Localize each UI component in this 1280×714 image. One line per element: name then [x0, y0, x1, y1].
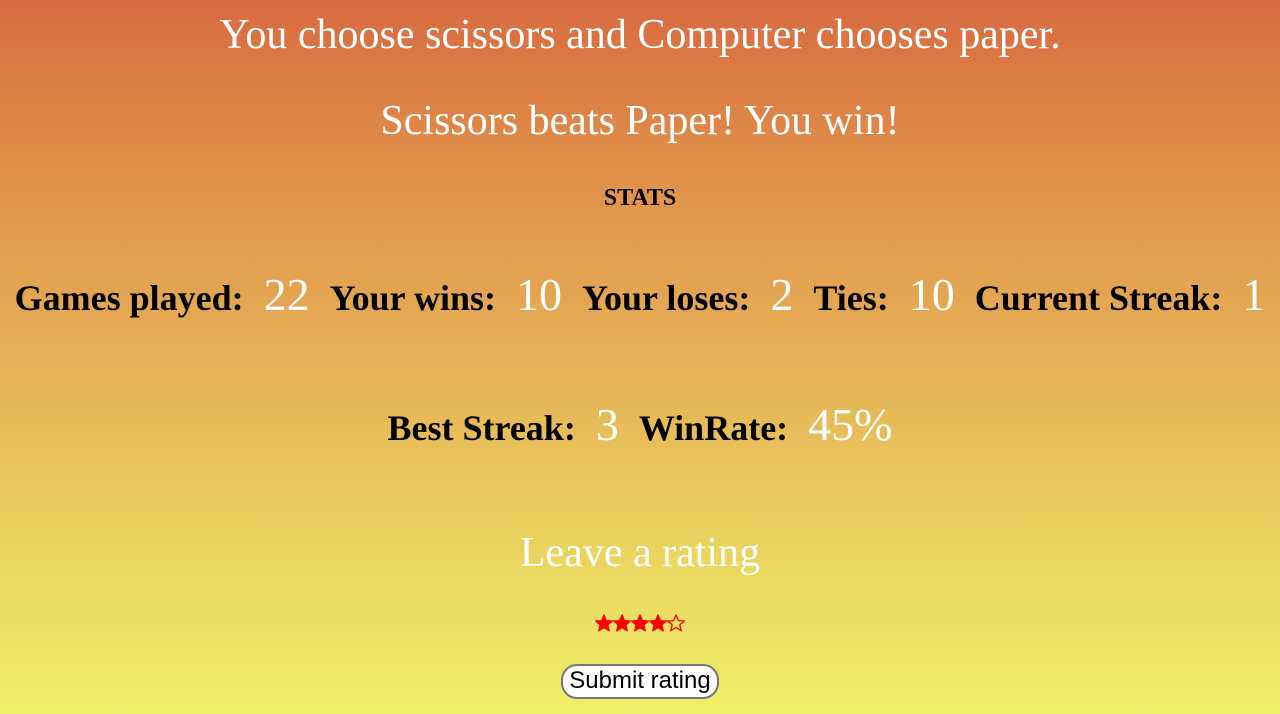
- stat-value: 22: [263, 269, 310, 320]
- stat-value: 10: [516, 269, 563, 320]
- stats-row-1: Games played: 22 Your wins: 10 Your lose…: [0, 268, 1280, 328]
- stats-heading: STATS: [603, 185, 677, 211]
- rating-title: Leave a rating: [519, 530, 761, 576]
- stat-loses: Your loses: 2: [582, 268, 793, 321]
- result-message: Scissors beats Paper! You win!: [380, 98, 900, 144]
- stat-value: 10: [908, 269, 955, 320]
- stat-win-rate: WinRate: 45%: [639, 398, 893, 451]
- submit-wrap: Submit rating: [0, 664, 1280, 699]
- star-rating[interactable]: [0, 614, 1280, 638]
- stat-label: Your wins:: [329, 278, 497, 318]
- submit-rating-button[interactable]: Submit rating: [561, 664, 719, 699]
- choice-message: You choose scissors and Computer chooses…: [219, 12, 1061, 58]
- stat-wins: Your wins: 10: [330, 268, 562, 321]
- stat-label: Current Streak:: [974, 278, 1223, 318]
- stat-current-streak: Current Streak: 1: [975, 268, 1266, 321]
- stat-value: 1: [1242, 269, 1266, 320]
- stat-value: 2: [770, 269, 794, 320]
- stat-label: Best Streak:: [387, 408, 576, 448]
- stat-label: Games played:: [14, 278, 244, 318]
- star-filled-icon[interactable]: [595, 614, 613, 632]
- stat-best-streak: Best Streak: 3: [388, 398, 619, 451]
- stat-value: 3: [595, 399, 619, 450]
- stats-row-2: Best Streak: 3 WinRate: 45%: [0, 398, 1280, 458]
- stat-ties: Ties: 10: [813, 268, 954, 321]
- star-filled-icon[interactable]: [613, 614, 631, 632]
- star-filled-icon[interactable]: [649, 614, 667, 632]
- stat-label: Your loses:: [582, 278, 751, 318]
- stat-label: WinRate:: [638, 408, 789, 448]
- stat-value: 45%: [808, 399, 893, 450]
- star-empty-icon[interactable]: [667, 614, 685, 632]
- star-filled-icon[interactable]: [631, 614, 649, 632]
- stat-games-played: Games played: 22: [15, 268, 310, 321]
- stat-label: Ties:: [813, 278, 889, 318]
